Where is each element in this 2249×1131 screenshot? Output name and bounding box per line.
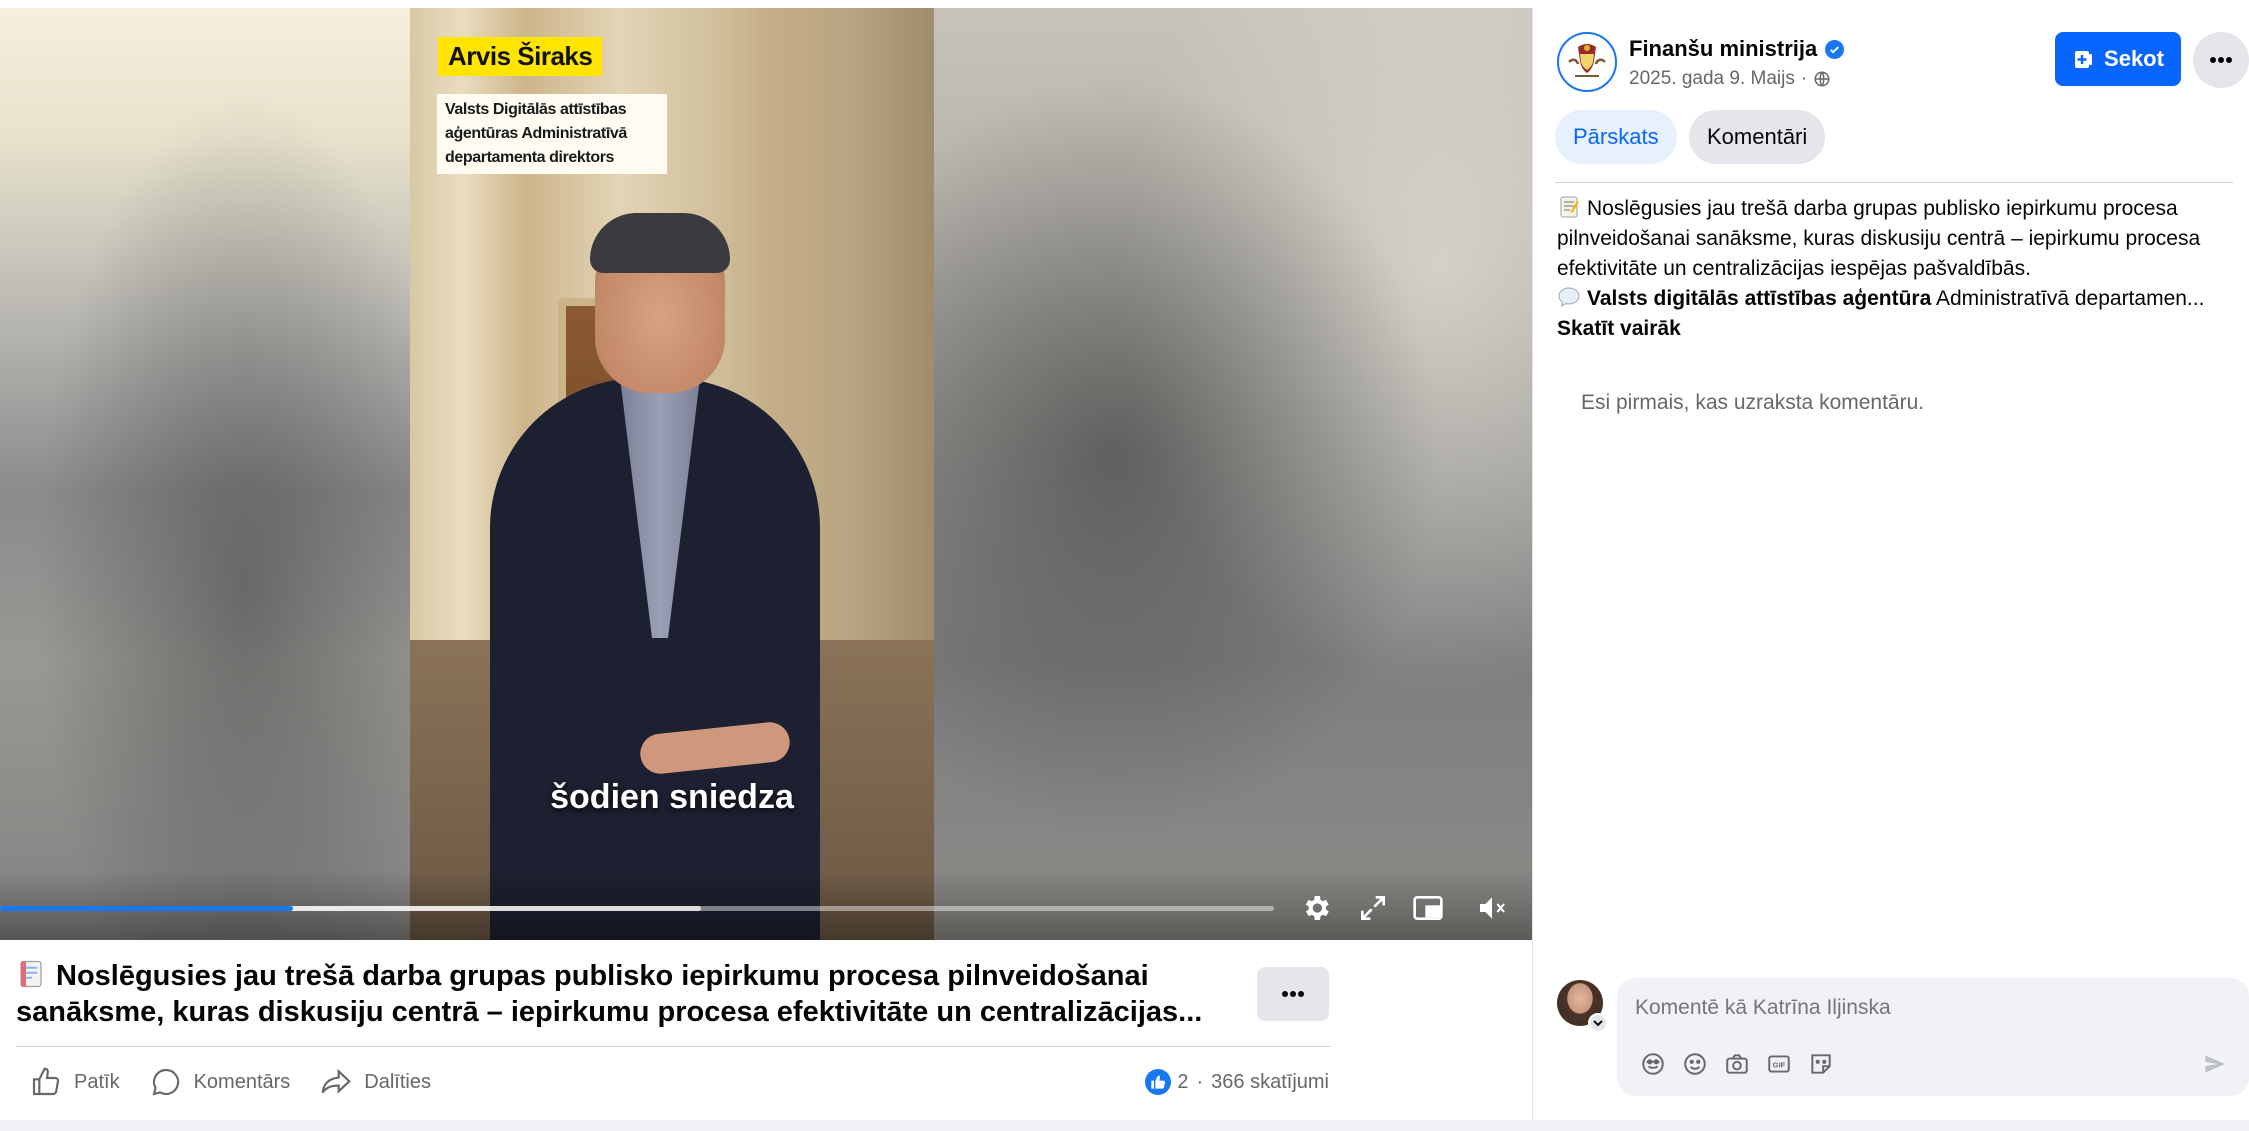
video-frame: Arvis Širaks Valsts Digitālās attīstības…	[410, 8, 934, 940]
post-actions: Patīk Komentārs Dalīties	[16, 1052, 447, 1112]
share-label: Dalīties	[364, 1070, 431, 1093]
tab-comments[interactable]: Komentāri	[1689, 110, 1826, 164]
page-bottom-strip	[0, 1120, 2249, 1131]
coat-of-arms-icon	[1568, 44, 1606, 77]
description-agency[interactable]: Valsts digitālās attīstības aģentūra	[1587, 287, 1931, 310]
sidebar-more-button[interactable]	[2193, 32, 2249, 88]
page-name-text[interactable]: Finanšu ministrija	[1629, 36, 1817, 62]
divider	[16, 1046, 1330, 1047]
video-person-hair	[590, 213, 730, 273]
page-name[interactable]: Finanšu ministrija	[1629, 36, 1845, 62]
send-icon[interactable]	[2197, 1046, 2233, 1082]
post-title: Noslēgusies jau trešā darba grupas publi…	[16, 958, 1246, 1030]
sticker-icon[interactable]	[1803, 1046, 1839, 1082]
emoji-icon[interactable]	[1677, 1046, 1713, 1082]
video-progress-bar[interactable]	[0, 906, 1274, 911]
settings-icon[interactable]	[1298, 890, 1334, 926]
reactions-count[interactable]: 2	[1177, 1071, 1188, 1094]
comment-label: Komentārs	[193, 1070, 291, 1093]
tab-overview[interactable]: Pārskats	[1555, 110, 1677, 164]
video-player[interactable]: Arvis Širaks Valsts Digitālās attīstības…	[0, 8, 1532, 940]
more-dots-icon	[1282, 991, 1304, 997]
share-arrow-icon	[321, 1068, 352, 1094]
fullscreen-icon[interactable]	[1355, 890, 1391, 926]
follow-label: Sekot	[2104, 46, 2164, 71]
post-description: Noslēgusies jau trešā darba grupas publi…	[1557, 194, 2237, 344]
date-separator: ·	[1800, 68, 1808, 89]
empty-comments-message: Esi pirmais, kas uzraksta komentāru.	[1581, 391, 1925, 414]
comment-bubble-icon	[152, 1068, 179, 1096]
picture-in-picture-icon[interactable]	[1410, 890, 1446, 926]
avatar-sticker-icon[interactable]	[1635, 1046, 1671, 1082]
memo-emoji-icon	[1557, 195, 1581, 219]
comment-tools: GIF	[1635, 1046, 1845, 1082]
chevron-down-icon[interactable]	[1588, 1013, 1608, 1033]
verified-badge-icon	[1825, 39, 1845, 59]
divider	[1555, 182, 2233, 183]
views-count: 366 skatījumi	[1211, 1070, 1329, 1093]
speech-bubble-emoji-icon	[1557, 285, 1581, 309]
follow-button[interactable]: Sekot	[2055, 32, 2181, 86]
see-more-link[interactable]: Skatīt vairāk	[1557, 314, 2237, 344]
comment-composer: GIF	[1617, 978, 2249, 1096]
description-line1: Noslēgusies jau trešā darba grupas publi…	[1557, 197, 2201, 280]
like-button[interactable]: Patīk	[16, 1058, 136, 1106]
share-button[interactable]: Dalīties	[306, 1058, 447, 1106]
description-line2-rest: Administratīvā departamen...	[1931, 287, 2205, 310]
post-date-text[interactable]: 2025. gada 9. Maijs	[1629, 68, 1795, 90]
post-title-text: Noslēgusies jau trešā darba grupas publi…	[16, 960, 1203, 1028]
thumbs-up-icon	[32, 1067, 60, 1096]
video-blurred-background-left	[0, 8, 410, 940]
post-date[interactable]: 2025. gada 9. Maijs ·	[1629, 68, 1831, 90]
comment-button[interactable]: Komentārs	[136, 1058, 307, 1106]
post-details: Noslēgusies jau trešā darba grupas publi…	[0, 940, 1532, 1120]
video-progress-fill	[0, 906, 294, 911]
video-overlay-title: Valsts Digitālās attīstības aģentūras Ad…	[437, 94, 667, 174]
video-blurred-background-right	[934, 8, 1532, 940]
post-sidebar: Finanšu ministrija 2025. gada 9. Maijs ·…	[1532, 8, 2249, 1120]
svg-text:GIF: GIF	[1773, 1060, 1786, 1069]
mute-icon[interactable]	[1474, 890, 1510, 926]
comment-input[interactable]	[1635, 996, 2195, 1020]
video-caption: šodien sniedza	[550, 778, 794, 816]
stats-separator: ·	[1196, 1070, 1204, 1093]
follow-add-icon	[2075, 51, 2093, 68]
globe-icon	[1814, 71, 1830, 87]
post-stats: 2 · 366 skatījumi	[1145, 1052, 1329, 1112]
video-overlay-name: Arvis Širaks	[438, 37, 603, 76]
post-more-button[interactable]	[1257, 967, 1329, 1021]
gif-icon[interactable]: GIF	[1761, 1046, 1797, 1082]
document-emoji-icon	[16, 959, 46, 989]
like-reaction-icon	[1145, 1069, 1172, 1095]
more-dots-icon	[2210, 57, 2232, 63]
camera-icon[interactable]	[1719, 1046, 1755, 1082]
like-label: Patīk	[74, 1070, 120, 1093]
page-avatar[interactable]	[1557, 32, 1617, 92]
